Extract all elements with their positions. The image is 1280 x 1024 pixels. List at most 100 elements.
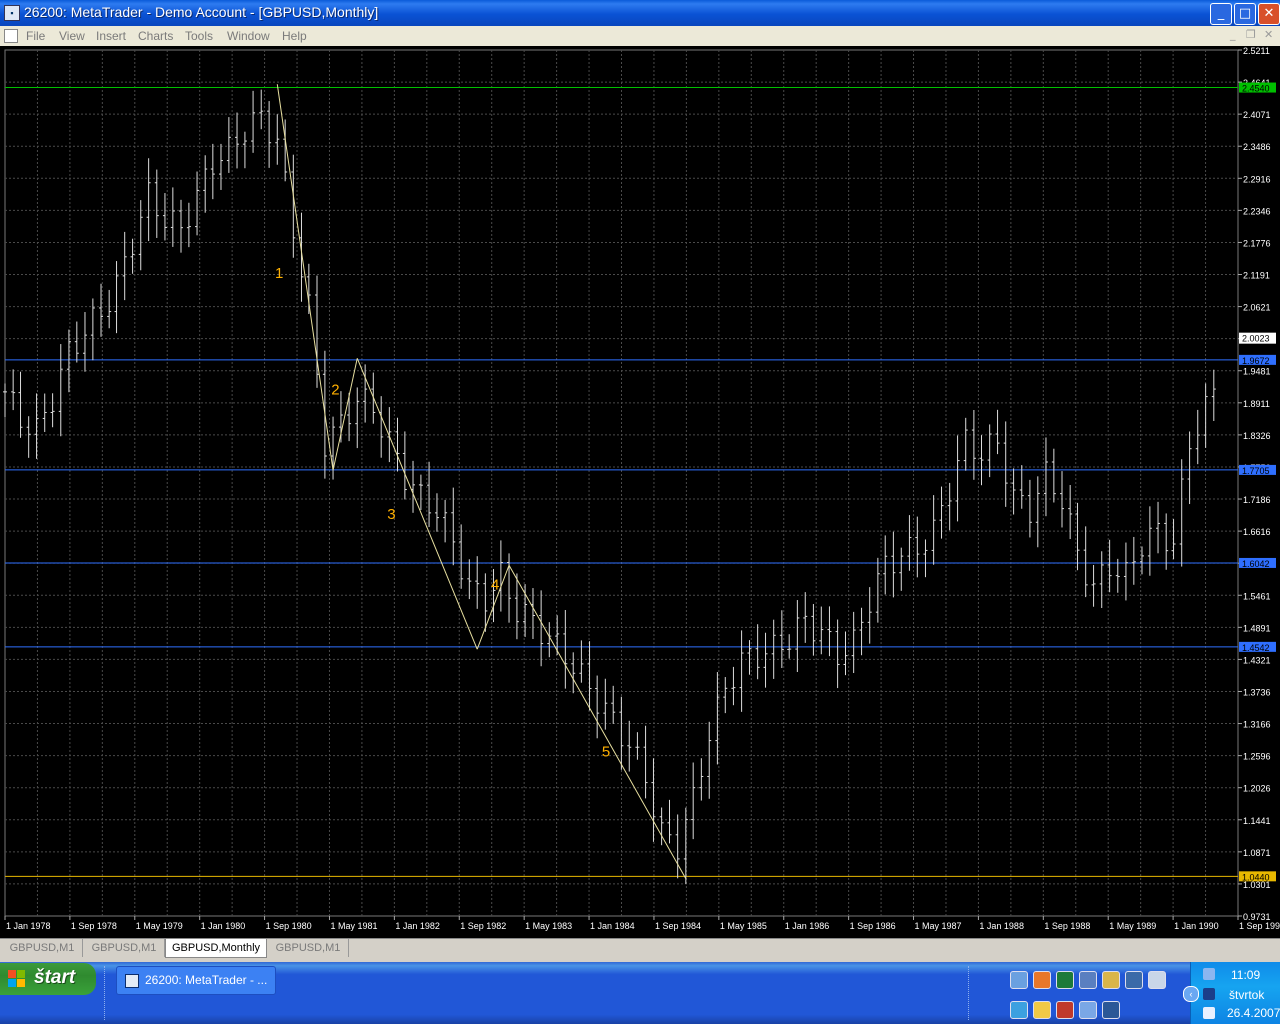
price-axis-label: 1.5461 [1243,591,1271,601]
time-axis-label: 1 May 1979 [136,921,183,931]
minimize-button[interactable]: _ [1210,3,1232,25]
price-axis-label: 2.1776 [1243,238,1271,248]
price-axis-label: 1.7186 [1243,495,1271,505]
tab-gbpusd-m1-1[interactable]: GBPUSD,M1 [2,939,83,957]
menu-window[interactable]: Window [227,29,270,43]
current-price-label: 2.0023 [1242,334,1270,344]
app-icon[interactable] [1079,971,1097,989]
mdi-close-button[interactable]: ✕ [1264,28,1273,41]
start-button[interactable]: štart [0,963,96,995]
acrobat-icon[interactable] [1056,1001,1074,1019]
time-axis-label: 1 Jan 1978 [6,921,51,931]
folder-icon[interactable] [1033,1001,1051,1019]
price-axis-label: 2.4071 [1243,110,1271,120]
time-axis-label: 1 Jan 1990 [1174,921,1219,931]
menu-charts[interactable]: Charts [138,29,173,43]
price-axis-label: 1.1441 [1243,816,1271,826]
time-axis-label: 1 Jan 1980 [201,921,246,931]
level-label: 1.7705 [1242,466,1270,476]
network-tray-icon[interactable] [1203,968,1215,980]
time-axis-label: 1 Sep 1980 [266,921,312,931]
word-icon[interactable] [1102,1001,1120,1019]
price-axis-label: 1.8326 [1243,431,1271,441]
pen-icon[interactable] [1102,971,1120,989]
price-axis-label: 2.1191 [1243,271,1270,281]
time-axis-label: 1 Sep 1988 [1044,921,1090,931]
time-axis-label: 1 May 1989 [1109,921,1156,931]
level-label: 1.9672 [1242,356,1270,366]
title-bar[interactable]: ▪ 26200: MetaTrader - Demo Account - [GB… [0,0,1280,26]
document-icon[interactable] [1148,971,1166,989]
firefox-icon[interactable] [1033,971,1051,989]
time-axis-label: 1 May 1983 [525,921,572,931]
tab-gbpusd-monthly[interactable]: GBPUSD,Monthly [165,939,267,958]
wave-label-2: 2 [331,381,339,398]
price-axis-label: 1.0871 [1243,848,1271,858]
tab-gbpusd-m1-3[interactable]: GBPUSD,M1 [268,939,349,957]
taskbar-item-metatrader[interactable]: 26200: MetaTrader - ... [116,966,276,995]
start-label: štart [34,967,76,988]
price-axis-label: 2.0621 [1243,303,1271,313]
taskbar-item-label: 26200: MetaTrader - ... [145,973,268,987]
maximize-button[interactable]: □ [1234,3,1256,25]
time-axis-label: 1 Jan 1984 [590,921,635,931]
window-title: 26200: MetaTrader - Demo Account - [GBPU… [24,4,379,20]
quicklaunch-grip[interactable] [104,966,108,1020]
price-axis-label: 1.3166 [1243,720,1271,730]
time-axis-label: 1 May 1985 [720,921,767,931]
time-axis-label: 1 Sep 1984 [655,921,701,931]
price-axis-label: 1.8911 [1243,399,1270,409]
tab-gbpusd-m1-2[interactable]: GBPUSD,M1 [84,939,165,957]
taskbar: štart 26200: MetaTrader - ... ‹ 11:09 št… [0,962,1280,1024]
windows-flag-icon [8,970,26,988]
metatrader-icon [125,974,139,988]
price-chart[interactable]: 2.52112.46412.40712.34862.29162.23462.17… [0,46,1280,938]
price-axis-label: 1.2026 [1243,784,1271,794]
mdi-restore-button[interactable]: ❐ [1246,28,1256,41]
clock[interactable]: 11:09 [1231,968,1260,982]
sync-tray-icon[interactable] [1203,1007,1215,1019]
menu-view[interactable]: View [59,29,85,43]
menu-tools[interactable]: Tools [185,29,213,43]
menu-bar: File View Insert Charts Tools Window Hel… [0,26,1280,47]
wave-label-5: 5 [602,744,610,761]
price-axis-label: 2.5211 [1243,46,1270,56]
clock-date: 26.4.2007 [1227,1006,1280,1020]
level-label: 1.6042 [1242,559,1270,569]
window-icon[interactable] [1079,1001,1097,1019]
wave-label-1: 1 [275,265,283,282]
time-axis-label: 1 Sep 1978 [71,921,117,931]
chart-background [0,46,1280,938]
wave-label-3: 3 [387,506,395,523]
excel-icon[interactable] [1056,971,1074,989]
system-tray: ‹ 11:09 štvrtok 26.4.2007 [1183,962,1280,1024]
network-icon[interactable] [1010,1001,1028,1019]
clock-day: štvrtok [1229,988,1265,1002]
time-axis-label: 1 Sep 1986 [850,921,896,931]
price-axis-label: 1.2596 [1243,752,1271,762]
price-axis-label: 2.2346 [1243,206,1271,216]
level-label: 1.4542 [1242,643,1270,653]
time-axis-label: 1 May 1981 [330,921,377,931]
close-button[interactable]: ✕ [1258,3,1280,25]
chart-window[interactable]: 2.52112.46412.40712.34862.29162.23462.17… [0,46,1280,938]
menu-insert[interactable]: Insert [96,29,126,43]
language-tray-icon[interactable] [1203,988,1215,1000]
media-icon[interactable] [1125,971,1143,989]
time-axis-label: 1 Jan 1988 [979,921,1024,931]
toolbar-grip[interactable] [968,966,972,1020]
price-axis-label: 2.3486 [1243,142,1271,152]
price-axis-label: 1.3736 [1243,687,1271,697]
price-axis-label: 1.4891 [1243,623,1271,633]
settings-icon[interactable] [1010,971,1028,989]
time-axis-label: 1 Jan 1982 [395,921,440,931]
price-axis-label: 1.6616 [1243,527,1271,537]
menu-file[interactable]: File [26,29,45,43]
mdi-minimize-button[interactable]: _ [1230,28,1236,41]
time-axis-label: 1 May 1987 [915,921,962,931]
tray-expand-chevron-icon[interactable]: ‹ [1183,986,1199,1002]
chart-document-icon[interactable] [4,29,18,43]
time-axis-label: 1 Sep 1990 [1239,921,1280,931]
price-axis-label: 2.2916 [1243,174,1271,184]
menu-help[interactable]: Help [282,29,307,43]
